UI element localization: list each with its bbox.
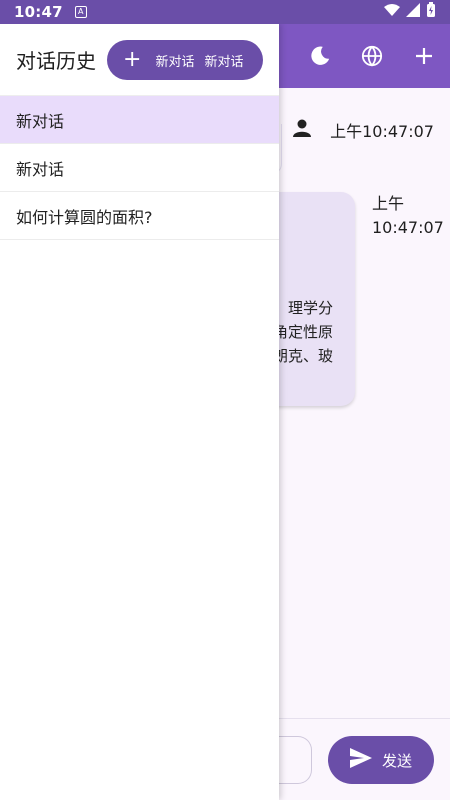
wifi-icon [384,3,400,21]
history-item[interactable]: 如何计算圆的面积? [0,192,279,240]
new-chat-label-2: 新对话 [204,54,244,70]
status-time: 10:47 [14,3,63,21]
history-item-label: 如何计算圆的面积? [16,207,153,227]
user-message-header: 上午10:47:07 [292,118,434,142]
notification-badge-icon: A [74,6,87,18]
assistant-message-time: 上午 10:47:07 [372,194,444,237]
new-chat-button[interactable]: + 新对话 新对话 [107,40,263,80]
status-icons [384,2,436,22]
globe-icon[interactable] [360,44,384,68]
drawer-title: 对话历史 [16,49,96,73]
history-item-label: 新对话 [16,111,65,131]
battery-icon [426,2,436,22]
send-button[interactable]: 发送 [328,736,434,784]
history-list: 新对话 新对话 如何计算圆的面积? [0,96,279,240]
history-item[interactable]: 新对话 [0,144,279,192]
moon-icon[interactable] [308,44,332,68]
new-chat-label: 新对话 [155,54,195,70]
send-icon [349,748,372,772]
status-bar: 10:47 A [0,0,450,24]
plus-icon[interactable] [412,44,436,68]
history-item[interactable]: 新对话 [0,96,279,144]
signal-icon [406,3,420,21]
person-icon [292,118,312,142]
plus-icon: + [123,47,142,72]
send-label: 发送 [381,751,412,770]
user-message-time: 上午10:47:07 [330,122,434,141]
history-drawer: 对话历史 + 新对话 新对话 新对话 新对话 如何计算圆的面积? [0,24,279,800]
history-item-label: 新对话 [16,159,65,179]
drawer-header: 对话历史 + 新对话 新对话 [0,24,279,96]
